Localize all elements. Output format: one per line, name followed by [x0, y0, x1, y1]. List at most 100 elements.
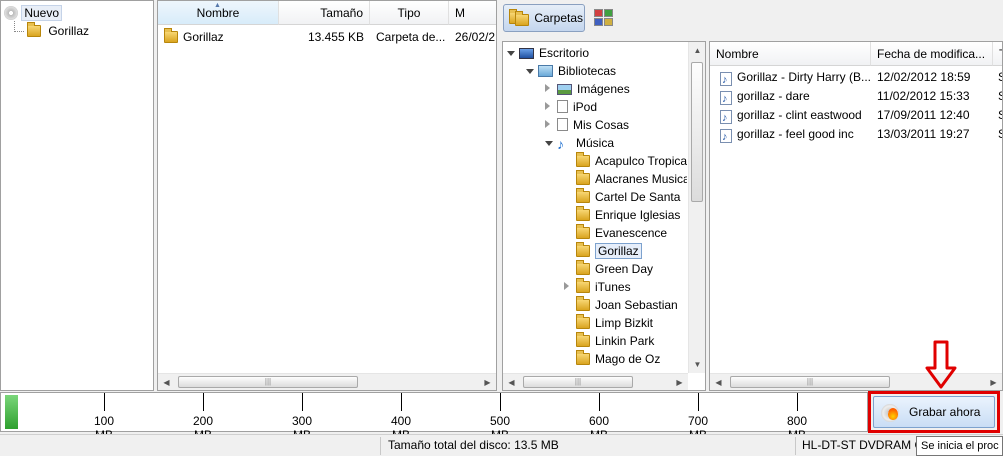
horizontal-scrollbar[interactable]: ◀ ||| ▶ — [503, 373, 688, 390]
scroll-left-icon[interactable]: ◀ — [158, 374, 175, 390]
expand-open-icon[interactable] — [526, 62, 538, 80]
folder-icon — [576, 332, 590, 347]
folder-tree-item[interactable]: Linkin Park — [564, 332, 687, 350]
folder-tree-label: Escritorio — [539, 46, 590, 60]
expand-closed-icon[interactable] — [545, 116, 557, 134]
folder-tree-item[interactable]: Joan Sebastian — [564, 296, 687, 314]
expand-closed-icon[interactable] — [545, 98, 557, 116]
table-row[interactable]: Gorillaz 13.455 KB Carpeta de... 26/02/2 — [158, 28, 496, 46]
capacity-tick-mark — [698, 393, 699, 411]
folder-tree-label: iTunes — [595, 280, 631, 294]
folder-tree-label: Bibliotecas — [558, 64, 617, 78]
scroll-right-icon[interactable]: ▶ — [479, 374, 496, 390]
folder-tree-label: iPod — [573, 100, 598, 114]
scroll-thumb[interactable] — [691, 62, 703, 202]
scroll-thumb[interactable]: ||| — [178, 376, 358, 388]
folder-tree-label: Green Day — [595, 262, 654, 276]
folder-tree-item[interactable]: Gorillaz — [564, 242, 687, 260]
folder-tree-item[interactable]: ♪ Música — [545, 134, 687, 152]
column-header-fecha[interactable]: Fecha de modifica... — [871, 42, 993, 66]
tree-root-label: Nuevo — [21, 5, 63, 21]
browser-toolbar: Carpetas — [500, 0, 1003, 38]
table-row[interactable]: gorillaz - clint eastwood 17/09/2011 12:4… — [710, 106, 1002, 124]
total-size-text: Tamaño total del disco: 13.5 MB — [388, 438, 559, 452]
scroll-up-icon[interactable]: ▲ — [689, 42, 705, 59]
flame-icon — [888, 408, 898, 420]
cell-date: 17/09/2011 12:40 — [877, 108, 970, 122]
folders-icon — [509, 9, 531, 26]
expand-open-icon[interactable] — [507, 44, 519, 62]
cell-date: 12/02/2012 18:59 — [877, 70, 971, 84]
folder-tree-item[interactable]: iPod — [545, 98, 687, 116]
cell-date: 13/03/2011 19:27 — [877, 127, 970, 141]
column-header-tamano[interactable]: Tamaño — [279, 1, 370, 25]
cell-type: S — [998, 87, 1002, 105]
compilation-tree-pane: Nuevo Gorillaz — [0, 0, 154, 391]
folder-tree-item[interactable]: Evanescence — [564, 224, 687, 242]
capacity-tick-mark — [797, 393, 798, 411]
tree-connector — [14, 31, 24, 32]
cell-name: gorillaz - feel good inc — [737, 127, 854, 141]
desktop-icon — [519, 48, 534, 59]
carpetas-button[interactable]: Carpetas — [503, 4, 585, 32]
view-mode-icon[interactable] — [593, 8, 615, 28]
folder-tree-item[interactable]: iTunes — [564, 278, 687, 296]
music-file-icon — [720, 90, 732, 105]
column-header-tipo[interactable]: T — [993, 42, 1002, 66]
table-row[interactable]: gorillaz - feel good inc 13/03/2011 19:27… — [710, 125, 1002, 143]
capacity-used-fill — [5, 395, 19, 429]
folder-tree-item[interactable]: Limp Bizkit — [564, 314, 687, 332]
scroll-down-icon[interactable]: ▼ — [689, 356, 705, 373]
file-list-pane: Nombre Fecha de modifica... T Gorillaz -… — [709, 41, 1003, 391]
folder-icon — [164, 28, 178, 43]
folder-tree-item[interactable]: Enrique Iglesias — [564, 206, 687, 224]
folder-tree-item[interactable]: Green Day — [564, 260, 687, 278]
folder-tree-item[interactable]: Mago de Oz — [564, 350, 687, 368]
expand-closed-icon[interactable] — [564, 278, 576, 296]
folder-tree-label: Acapulco Tropical — [595, 154, 687, 168]
column-header-nombre[interactable]: Nombre — [710, 42, 871, 66]
burn-now-button[interactable]: Grabar ahora — [873, 396, 995, 428]
folder-tree-item[interactable]: Escritorio — [507, 44, 687, 62]
cell-name: Gorillaz - Dirty Harry (B... — [737, 70, 872, 84]
disc-capacity-bar: 100 MB200 MB300 MB400 MB500 MB600 MB700 … — [0, 392, 868, 442]
scroll-right-icon[interactable]: ▶ — [985, 374, 1002, 390]
folder-tree-item[interactable]: Alacranes Musical — [564, 170, 687, 188]
scroll-left-icon[interactable]: ◀ — [503, 374, 520, 390]
horizontal-scrollbar[interactable]: ◀ ||| ▶ — [158, 373, 496, 390]
column-header-nombre[interactable]: Nombre ▲ — [158, 1, 279, 25]
scroll-thumb[interactable]: ||| — [523, 376, 633, 388]
tree-item-gorillaz[interactable]: Gorillaz — [27, 22, 147, 40]
horizontal-scrollbar[interactable]: ◀ ||| ▶ — [710, 373, 1002, 390]
scroll-left-icon[interactable]: ◀ — [710, 374, 727, 390]
table-row[interactable]: gorillaz - dare 11/02/2012 15:33 S — [710, 87, 1002, 105]
folder-icon — [576, 350, 590, 365]
scroll-thumb[interactable]: ||| — [730, 376, 890, 388]
folder-icon — [576, 278, 590, 293]
folder-tree-item[interactable]: Acapulco Tropical — [564, 152, 687, 170]
expand-open-icon[interactable] — [545, 134, 557, 152]
folder-tree-item[interactable]: Cartel De Santa — [564, 188, 687, 206]
column-header-tipo[interactable]: Tipo — [370, 1, 449, 25]
music-file-icon — [720, 109, 732, 124]
tree-item-nuevo[interactable]: Nuevo — [4, 4, 144, 22]
expand-closed-icon[interactable] — [545, 80, 557, 98]
capacity-tick-mark — [401, 393, 402, 411]
folder-icon — [576, 296, 590, 311]
column-header-modificado[interactable]: M — [449, 1, 496, 25]
folder-icon — [576, 206, 590, 221]
folder-tree-item[interactable]: Imágenes — [545, 80, 687, 98]
cell-modified: 26/02/2 — [455, 30, 496, 44]
folder-tree-label: Enrique Iglesias — [595, 208, 681, 222]
cell-type: S — [998, 68, 1002, 86]
folder-tree-item[interactable]: Mis Cosas — [545, 116, 687, 134]
vertical-scrollbar[interactable]: ▲ ▼ — [688, 42, 705, 373]
table-row[interactable]: Gorillaz - Dirty Harry (B... 12/02/2012 1… — [710, 68, 1002, 86]
folder-tree-label: Gorillaz — [595, 243, 642, 259]
folder-tree-label: Música — [576, 136, 615, 150]
cell-date: 11/02/2012 15:33 — [877, 89, 970, 103]
scroll-right-icon[interactable]: ▶ — [671, 374, 688, 390]
capacity-tick-mark — [302, 393, 303, 411]
folder-tree-item[interactable]: Bibliotecas — [526, 62, 687, 80]
compilation-list-pane: Nombre ▲ Tamaño Tipo M Gorillaz 13.455 K… — [157, 0, 497, 391]
